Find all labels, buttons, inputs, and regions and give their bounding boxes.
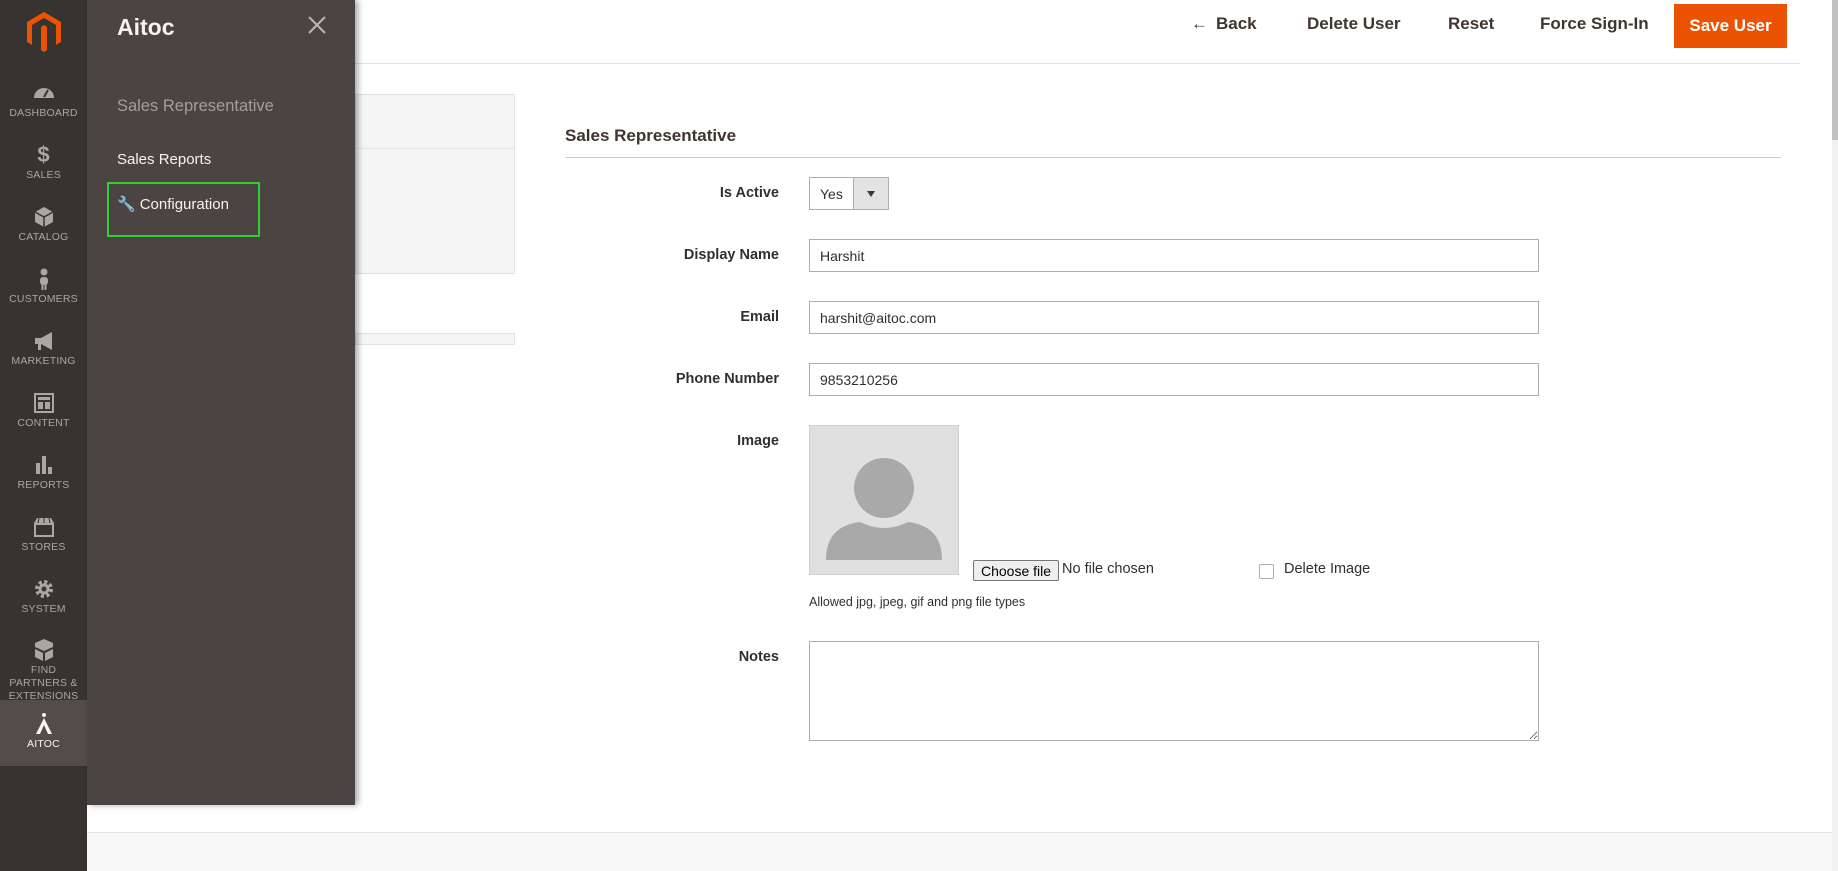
scrollbar[interactable] [1832,0,1838,871]
aitoc-flyout-menu: Aitoc Sales Representative Sales Reports… [87,0,355,805]
notes-textarea[interactable] [809,641,1539,741]
flyout-link-configuration[interactable]: 🔧 Configuration [117,195,229,213]
cubes-icon [34,639,53,661]
image-label: Image [737,433,779,449]
tabs-divider [356,148,514,149]
bar-chart-icon [35,456,52,474]
menu-catalog-label: CATALOG [18,231,69,243]
menu-stores-label: STORES [21,541,66,553]
menu-catalog[interactable]: CATALOG [0,205,87,244]
is-active-value: Yes [820,186,843,202]
menu-customers[interactable]: CUSTOMERS [0,267,87,306]
phone-number-label: Phone Number [675,371,779,387]
display-name-field[interactable] [809,239,1539,272]
layout-icon [33,393,54,413]
back-button[interactable]: ← Back [1191,14,1257,34]
magento-logo-icon[interactable] [23,10,65,52]
fieldset-divider [565,157,1781,158]
back-label: Back [1216,14,1257,33]
admin-menu-rail: DASHBOARD $ SALES CATALOG CUSTOMERS MARK… [0,0,87,871]
reset-button[interactable]: Reset [1448,14,1494,34]
dollar-icon: $ [37,142,50,167]
menu-find-partners[interactable]: FIND PARTNERS & EXTENSIONS [0,638,87,703]
notes-label: Notes [738,649,779,665]
menu-reports[interactable]: REPORTS [0,453,87,492]
menu-system-label: SYSTEM [21,603,66,615]
menu-stores[interactable]: STORES [0,515,87,554]
tabs-panel [355,94,515,274]
close-icon[interactable] [306,14,328,36]
is-active-label: Is Active [719,185,779,201]
menu-content-label: CONTENT [17,417,70,429]
menu-dashboard[interactable]: DASHBOARD [0,81,87,120]
menu-find-partners-label: FIND PARTNERS & EXTENSIONS [8,664,79,702]
menu-system[interactable]: SYSTEM [0,577,87,616]
email-field[interactable] [809,301,1539,334]
menu-sales-label: SALES [26,169,61,181]
menu-sales[interactable]: $ SALES [0,143,87,182]
flyout-link-configuration-label: Configuration [139,196,229,213]
delete-user-button[interactable]: Delete User [1307,14,1401,34]
arrow-left-icon: ← [1191,14,1208,33]
is-active-select[interactable]: Yes [809,177,889,210]
menu-aitoc[interactable]: AITOC [0,700,87,766]
save-user-button[interactable]: Save User [1674,4,1787,48]
fieldset-title: Sales Representative [565,126,737,145]
flyout-title: Aitoc [117,14,175,40]
gear-icon [34,580,53,598]
aitoc-logo-icon [35,713,52,734]
flyout-section-title: Sales Representative [117,97,274,115]
menu-customers-label: CUSTOMERS [9,293,78,305]
flyout-link-sales-reports[interactable]: Sales Reports [117,151,211,168]
delete-image-label[interactable]: Delete Image [1284,561,1370,577]
force-sign-in-button[interactable]: Force Sign-In [1540,14,1649,34]
scrollbar-thumb[interactable] [1832,0,1838,140]
box-icon [34,207,53,227]
choose-file-button[interactable]: Choose file [973,560,1060,581]
avatar-placeholder [809,425,959,575]
menu-reports-label: REPORTS [17,479,70,491]
display-name-label: Display Name [683,247,779,263]
menu-dashboard-label: DASHBOARD [9,107,78,119]
wrench-icon: 🔧 [117,196,136,213]
header-divider [355,63,1800,64]
store-icon [33,517,54,537]
menu-content[interactable]: CONTENT [0,391,87,430]
phone-number-field[interactable] [809,363,1539,396]
megaphone-icon [34,332,52,350]
tabs-panel-footer [355,333,515,345]
image-file-types-note: Allowed jpg, jpeg, gif and png file type… [809,595,1026,609]
person-icon [39,268,48,290]
email-label: Email [740,309,779,325]
chevron-down-icon [853,178,888,209]
no-file-text: No file chosen [1062,561,1154,577]
menu-marketing-label: MARKETING [11,355,76,367]
user-silhouette-icon [826,458,942,560]
dashboard-icon [33,88,54,98]
menu-aitoc-label: AITOC [27,738,60,750]
delete-image-checkbox[interactable] [1259,564,1274,579]
menu-marketing[interactable]: MARKETING [0,329,87,368]
page-footer [87,833,1832,871]
